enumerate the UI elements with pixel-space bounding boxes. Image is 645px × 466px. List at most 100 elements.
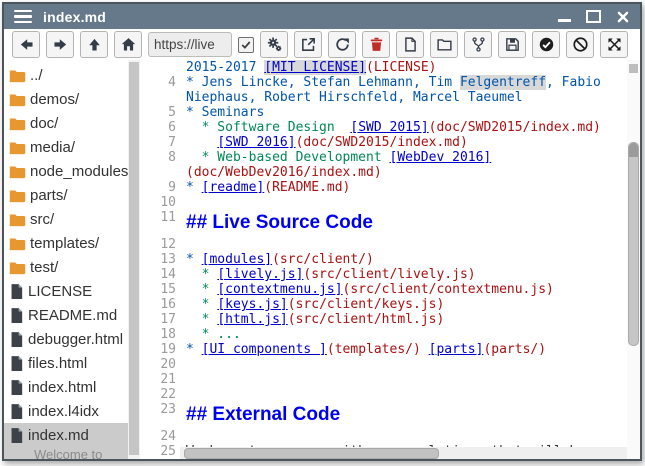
url-input[interactable] xyxy=(148,32,232,57)
markdown-link[interactable]: [SWD 2015] xyxy=(350,120,428,135)
fullscreen-button[interactable] xyxy=(600,31,628,58)
markdown-link[interactable]: [readme] xyxy=(202,180,265,195)
markdown-link[interactable]: [UI components ] xyxy=(202,342,327,357)
close-icon[interactable] xyxy=(616,10,630,24)
new-file-button[interactable] xyxy=(396,31,424,58)
code-line[interactable]: (doc/WebDev2016/index.md) xyxy=(186,165,627,180)
cancel-button[interactable] xyxy=(566,31,594,58)
code-line[interactable]: [SWD 2016](doc/SWD2015/index.md) xyxy=(186,135,627,150)
file-list-item-doc[interactable]: doc/ xyxy=(4,111,128,135)
code-line[interactable]: * [modules](src/client/) xyxy=(186,252,627,267)
editor-vertical-scrollbar-thumb[interactable] xyxy=(628,142,639,346)
markdown-link[interactable]: [lively.js] xyxy=(217,267,303,282)
code-line[interactable]: ## Live Source Code xyxy=(186,210,627,237)
file-row[interactable]: LICENSE xyxy=(4,279,128,303)
markdown-editor[interactable]: 45678910111213141516171819202122232425 2… xyxy=(142,60,640,459)
code-line[interactable]: * [readme](README.md) xyxy=(186,180,627,195)
code-line[interactable]: * Jens Lincke, Stefan Lehmann, Tim Felge… xyxy=(186,75,627,90)
maximize-icon[interactable] xyxy=(586,10,601,23)
file-row[interactable]: index.md xyxy=(4,423,128,447)
trash-icon xyxy=(368,36,385,53)
file-row[interactable]: templates/ xyxy=(4,231,128,255)
forward-button[interactable] xyxy=(46,31,74,58)
file-row[interactable]: index.html xyxy=(4,375,128,399)
minimize-icon[interactable] xyxy=(558,19,571,22)
code-line[interactable]: * ... xyxy=(186,327,627,342)
file-list-item-media[interactable]: media/ xyxy=(4,135,128,159)
menu-icon[interactable] xyxy=(14,10,32,24)
code-line[interactable] xyxy=(186,387,627,402)
code-line[interactable] xyxy=(186,372,627,387)
file-row[interactable]: node_modules/ xyxy=(4,159,128,183)
file-list-item-index.html[interactable]: index.html xyxy=(4,375,128,399)
sidebar-scrollbar-thumb[interactable] xyxy=(129,62,139,455)
file-list-item-node-modules[interactable]: node_modules/ xyxy=(4,159,128,183)
file-row[interactable]: src/ xyxy=(4,207,128,231)
markdown-link[interactable]: [contextmenu.js] xyxy=(217,282,342,297)
file-list-item-readme.md[interactable]: README.md xyxy=(4,303,128,327)
line-number: 7 xyxy=(142,135,176,150)
file-row[interactable]: ../ xyxy=(4,63,128,87)
code-line[interactable]: 2015-2017 [MIT LICENSE](LICENSE) xyxy=(186,60,627,75)
file-list-item-index.md[interactable]: index.mdWelcome to xyxy=(4,423,128,459)
markdown-link[interactable]: [WebDev 2016] xyxy=(390,150,492,165)
file-row[interactable]: test/ xyxy=(4,255,128,279)
code-line[interactable]: * [html.js](src/client/html.js) xyxy=(186,312,627,327)
file-list-item-license[interactable]: LICENSE xyxy=(4,279,128,303)
editor-horizontal-scrollbar-thumb[interactable] xyxy=(184,448,439,459)
markdown-link[interactable]: [keys.js] xyxy=(217,297,287,312)
file-list-item-templates[interactable]: templates/ xyxy=(4,231,128,255)
back-button[interactable] xyxy=(12,31,40,58)
open-external-button[interactable] xyxy=(294,31,322,58)
code-line[interactable]: * [lively.js](src/client/lively.js) xyxy=(186,267,627,282)
delete-button[interactable] xyxy=(362,31,390,58)
line-number: 5 xyxy=(142,105,176,120)
home-button[interactable] xyxy=(114,31,142,58)
code-text: (templates/) xyxy=(327,342,421,357)
file-row[interactable]: README.md xyxy=(4,303,128,327)
file-row[interactable]: demos/ xyxy=(4,87,128,111)
new-folder-button[interactable] xyxy=(430,31,458,58)
save-button[interactable] xyxy=(498,31,526,58)
code-line[interactable]: * Seminars xyxy=(186,105,627,120)
code-line[interactable]: * Software Design [SWD 2015](doc/SWD2015… xyxy=(186,120,627,135)
code-line[interactable] xyxy=(186,195,627,210)
file-list-item-src[interactable]: src/ xyxy=(4,207,128,231)
settings-button[interactable] xyxy=(260,31,288,58)
code-line[interactable]: Niephaus, Robert Hirschfeld, Marcel Taeu… xyxy=(186,90,627,105)
file-row[interactable]: index.l4idx xyxy=(4,399,128,423)
code-line[interactable]: * Web-based Development [WebDev 2016] xyxy=(186,150,627,165)
code-line[interactable]: * [UI components ](templates/) [parts](p… xyxy=(186,342,627,357)
code-area[interactable]: 2015-2017 [MIT LICENSE](LICENSE)* Jens L… xyxy=(180,60,627,459)
code-line[interactable]: * [contextmenu.js](src/client/contextmen… xyxy=(186,282,627,297)
refresh-button[interactable] xyxy=(328,31,356,58)
markdown-link[interactable]: [html.js] xyxy=(217,312,287,327)
file-list-item-files.html[interactable]: files.html xyxy=(4,351,128,375)
markdown-link[interactable]: [MIT LICENSE] xyxy=(264,60,366,75)
code-line[interactable] xyxy=(186,237,627,252)
branch-button[interactable] xyxy=(464,31,492,58)
file-row[interactable]: media/ xyxy=(4,135,128,159)
file-list-item-demos[interactable]: demos/ xyxy=(4,87,128,111)
up-button[interactable] xyxy=(80,31,108,58)
markdown-link[interactable]: [modules] xyxy=(202,252,272,267)
file-row[interactable]: debugger.html xyxy=(4,327,128,351)
file-list-item-index.l4idx[interactable]: index.l4idx xyxy=(4,399,128,423)
edit-mode-checkbox[interactable] xyxy=(238,37,254,53)
file-list-item-..[interactable]: ../ xyxy=(4,63,128,87)
code-line[interactable]: ## External Code xyxy=(186,402,627,429)
line-number: 19 xyxy=(142,342,176,357)
code-line[interactable] xyxy=(186,429,627,444)
markdown-link[interactable]: [parts] xyxy=(429,342,484,357)
file-row[interactable]: doc/ xyxy=(4,111,128,135)
code-line[interactable]: * [keys.js](src/client/keys.js) xyxy=(186,297,627,312)
arrow-right-icon xyxy=(52,36,69,53)
file-list-item-debugger.html[interactable]: debugger.html xyxy=(4,327,128,351)
code-line[interactable] xyxy=(186,357,627,372)
file-row[interactable]: files.html xyxy=(4,351,128,375)
accept-button[interactable] xyxy=(532,31,560,58)
markdown-link[interactable]: [SWD 2016] xyxy=(217,135,295,150)
file-list-item-test[interactable]: test/ xyxy=(4,255,128,279)
file-row[interactable]: parts/ xyxy=(4,183,128,207)
file-list-item-parts[interactable]: parts/ xyxy=(4,183,128,207)
